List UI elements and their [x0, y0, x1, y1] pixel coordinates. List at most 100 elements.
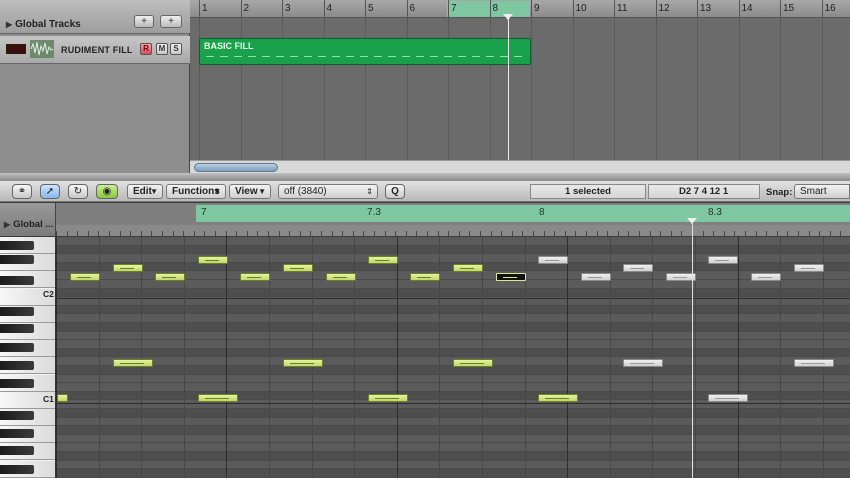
- global-tracks-title[interactable]: ▶ Global Tracks: [6, 19, 81, 30]
- midi-in-icon[interactable]: ↻: [68, 184, 88, 199]
- new-folder-button[interactable]: +: [160, 15, 182, 28]
- ghost-midi-note[interactable]: [794, 264, 824, 272]
- solo-button[interactable]: S: [170, 43, 182, 55]
- piano-roll-global-header[interactable]: ▶ Global ...: [0, 203, 56, 236]
- midi-note[interactable]: [538, 394, 578, 402]
- midi-note[interactable]: [453, 264, 483, 272]
- midi-note[interactable]: [70, 273, 100, 281]
- add-track-button[interactable]: +: [134, 15, 154, 28]
- pitch-lane[interactable]: [56, 434, 850, 444]
- pitch-lane[interactable]: [56, 426, 850, 435]
- midi-note[interactable]: [283, 359, 323, 367]
- ghost-midi-note[interactable]: [708, 256, 738, 264]
- pitch-lane[interactable]: [56, 237, 850, 246]
- snap-select[interactable]: Smart: [794, 184, 850, 199]
- global-tracks-toggle[interactable]: ▶ Global ...: [4, 219, 53, 230]
- pitch-lane[interactable]: [56, 452, 850, 461]
- piano-roll-cycle-region[interactable]: [196, 205, 850, 222]
- midi-region[interactable]: BASIC FILL: [199, 38, 531, 65]
- pitch-lane[interactable]: [56, 460, 850, 470]
- black-key[interactable]: [0, 324, 34, 333]
- playhead-marker-icon[interactable]: [687, 218, 697, 224]
- midi-note[interactable]: [326, 273, 356, 281]
- midi-note[interactable]: [283, 264, 313, 272]
- disclosure-triangle-icon[interactable]: ▶: [6, 20, 12, 29]
- global-tracks-row[interactable]: ▶ Global Tracks + +: [0, 0, 190, 34]
- ghost-midi-note[interactable]: [794, 359, 834, 367]
- pitch-lane[interactable]: [56, 288, 850, 298]
- scrollbar-thumb[interactable]: [194, 163, 278, 172]
- ruler-tick: [268, 231, 269, 236]
- playhead-marker-icon[interactable]: [503, 14, 513, 20]
- black-key[interactable]: [0, 361, 34, 370]
- edit-menu[interactable]: Edit ▼: [127, 184, 163, 199]
- pitch-lane[interactable]: [56, 280, 850, 289]
- black-key[interactable]: [0, 343, 34, 352]
- pitch-lane[interactable]: [56, 348, 850, 358]
- disclosure-triangle-icon[interactable]: ▶: [4, 220, 10, 229]
- record-enable-button[interactable]: R: [140, 43, 152, 55]
- pitch-lane[interactable]: [56, 340, 850, 349]
- black-key[interactable]: [0, 446, 34, 455]
- midi-note[interactable]: [198, 256, 228, 264]
- midi-note[interactable]: [155, 273, 185, 281]
- track-lane[interactable]: BASIC FILL: [190, 18, 850, 160]
- pitch-lane[interactable]: [56, 383, 850, 392]
- black-key[interactable]: [0, 379, 34, 388]
- playhead[interactable]: [508, 16, 509, 160]
- black-key[interactable]: [0, 255, 34, 264]
- ghost-midi-note[interactable]: [581, 273, 611, 281]
- pitch-lane[interactable]: [56, 305, 850, 315]
- midi-note[interactable]: [240, 273, 270, 281]
- pitch-lane[interactable]: [56, 417, 850, 427]
- midi-out-icon[interactable]: ◉: [96, 184, 118, 199]
- pitch-lane[interactable]: [56, 409, 850, 418]
- pitch-lane[interactable]: [56, 331, 850, 341]
- pitch-lane[interactable]: [56, 469, 850, 478]
- midi-note[interactable]: [368, 394, 408, 402]
- ghost-midi-note[interactable]: [623, 264, 653, 272]
- pitch-lane[interactable]: [56, 323, 850, 332]
- black-key[interactable]: [0, 307, 34, 316]
- cycle-region[interactable]: [447, 1, 530, 17]
- quantize-select[interactable]: off (3840) ⇕: [278, 184, 378, 199]
- black-key[interactable]: [0, 465, 34, 474]
- midi-note[interactable]: [198, 394, 238, 402]
- horizontal-scrollbar[interactable]: [190, 160, 850, 173]
- piano-keyboard[interactable]: C2 C1: [0, 237, 56, 478]
- pitch-lane[interactable]: [56, 245, 850, 255]
- midi-note[interactable]: [368, 256, 398, 264]
- functions-menu[interactable]: Functions ▼: [166, 184, 226, 199]
- selected-midi-note[interactable]: [496, 273, 526, 281]
- pitch-lane[interactable]: [56, 366, 850, 375]
- bar-ruler[interactable]: 1 2 3 4 5 6 7 8 9 10 11 12 13 14 15 16: [190, 0, 850, 18]
- piano-roll-playhead[interactable]: [692, 218, 693, 478]
- black-key[interactable]: [0, 276, 34, 285]
- pitch-lane[interactable]: [56, 374, 850, 384]
- midi-note[interactable]: [113, 264, 143, 272]
- midi-note[interactable]: [57, 394, 68, 402]
- catch-icon[interactable]: ➚: [40, 184, 60, 199]
- view-menu[interactable]: View ▼: [229, 184, 271, 199]
- piano-roll-grid[interactable]: [56, 237, 850, 478]
- ghost-midi-note[interactable]: [708, 394, 748, 402]
- pane-divider[interactable]: [0, 173, 850, 181]
- pitch-lane[interactable]: [56, 443, 850, 452]
- ghost-midi-note[interactable]: [751, 273, 781, 281]
- midi-note[interactable]: [113, 359, 153, 367]
- ghost-midi-note[interactable]: [623, 359, 663, 367]
- ghost-midi-note[interactable]: [538, 256, 568, 264]
- track-row[interactable]: RUDIMENT FILL R M S: [0, 36, 190, 64]
- black-key[interactable]: [0, 411, 34, 420]
- quantize-button[interactable]: Q: [385, 184, 405, 199]
- midi-note[interactable]: [410, 273, 440, 281]
- black-key[interactable]: [0, 241, 34, 250]
- mute-button[interactable]: M: [156, 43, 168, 55]
- piano-roll-tick-row[interactable]: [56, 225, 850, 236]
- midi-note[interactable]: [453, 359, 493, 367]
- pitch-lane[interactable]: [56, 314, 850, 323]
- black-key[interactable]: [0, 429, 34, 438]
- track-name[interactable]: RUDIMENT FILL: [61, 45, 133, 55]
- link-icon[interactable]: ⚭: [12, 184, 32, 199]
- piano-roll-ruler[interactable]: 7 7.3 8 8.3: [56, 203, 850, 236]
